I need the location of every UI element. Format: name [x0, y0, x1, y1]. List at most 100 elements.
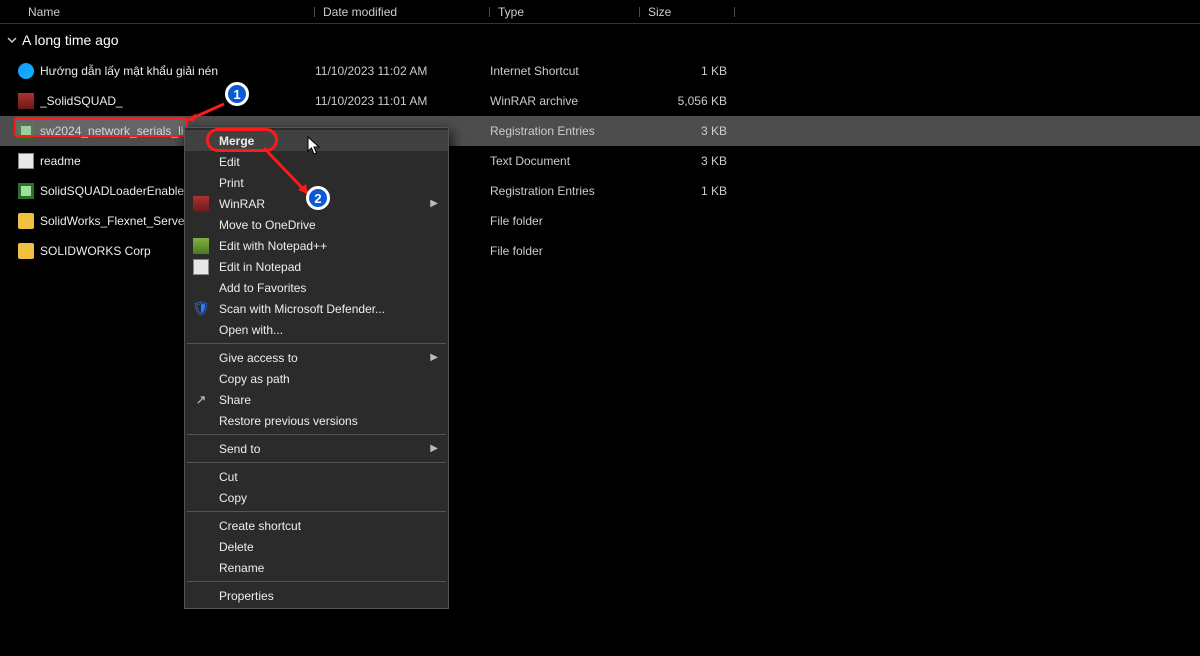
header-date[interactable]: Date modified — [315, 5, 490, 19]
context-menu-label: WinRAR — [219, 197, 265, 211]
file-size: 1 KB — [640, 64, 735, 78]
context-menu-item[interactable]: Open with... — [185, 319, 448, 340]
file-row[interactable]: sw2024_network_serials_licen Registration… — [0, 116, 1200, 146]
notepadpp-icon — [193, 238, 209, 254]
file-icon — [18, 123, 34, 139]
header-type[interactable]: Type — [490, 5, 640, 19]
context-menu-label: Give access to — [219, 351, 298, 365]
file-name: SOLIDWORKS Corp — [40, 244, 151, 258]
context-menu-label: Print — [219, 176, 244, 190]
file-row[interactable]: _SolidSQUAD_ 11/10/2023 11:01 AMWinRAR ar… — [0, 86, 1200, 116]
context-menu-label: Scan with Microsoft Defender... — [219, 302, 385, 316]
context-menu-separator — [187, 343, 446, 344]
context-menu-label: Share — [219, 393, 251, 407]
file-icon — [18, 63, 34, 79]
file-icon — [18, 153, 34, 169]
context-menu: Merge Edit Print WinRAR ▶ Move to OneDrive Edi… — [184, 127, 449, 609]
context-menu-separator — [187, 434, 446, 435]
context-menu-item[interactable]: Rename — [185, 557, 448, 578]
file-size: 3 KB — [640, 154, 735, 168]
context-menu-label: Edit in Notepad — [219, 260, 301, 274]
context-menu-item[interactable]: 🛡 Scan with Microsoft Defender... — [185, 298, 448, 319]
file-icon — [18, 183, 34, 199]
file-row[interactable]: readme Text Document3 KB — [0, 146, 1200, 176]
context-menu-item[interactable]: WinRAR ▶ — [185, 193, 448, 214]
context-menu-separator — [187, 462, 446, 463]
share-icon: ↗ — [193, 392, 209, 408]
context-menu-label: Add to Favorites — [219, 281, 306, 295]
context-menu-label: Rename — [219, 561, 264, 575]
context-menu-item[interactable]: Print — [185, 172, 448, 193]
file-type: File folder — [490, 214, 640, 228]
context-menu-label: Edit — [219, 155, 240, 169]
group-header[interactable]: A long time ago — [0, 24, 1200, 56]
context-menu-label: Open with... — [219, 323, 283, 337]
winrar-icon — [193, 196, 209, 212]
file-name: SolidWorks_Flexnet_Server — [40, 214, 189, 228]
column-headers: Name Date modified Type Size — [0, 0, 1200, 24]
context-menu-item[interactable]: Create shortcut — [185, 515, 448, 536]
context-menu-label: Restore previous versions — [219, 414, 358, 428]
context-menu-label: Delete — [219, 540, 254, 554]
shield-icon: 🛡 — [193, 301, 209, 317]
submenu-arrow-icon: ▶ — [430, 443, 438, 454]
context-menu-item[interactable]: Add to Favorites — [185, 277, 448, 298]
file-type: Internet Shortcut — [490, 64, 640, 78]
context-menu-item[interactable]: Move to OneDrive — [185, 214, 448, 235]
context-menu-label: Move to OneDrive — [219, 218, 316, 232]
context-menu-item[interactable]: Cut — [185, 466, 448, 487]
context-menu-item[interactable]: Merge — [185, 130, 448, 151]
header-name[interactable]: Name — [0, 5, 315, 19]
notepad-icon — [193, 259, 209, 275]
context-menu-item[interactable]: Give access to ▶ — [185, 347, 448, 368]
context-menu-item[interactable]: Copy as path — [185, 368, 448, 389]
context-menu-label: Edit with Notepad++ — [219, 239, 327, 253]
file-icon — [18, 93, 34, 109]
context-menu-item[interactable]: Send to ▶ — [185, 438, 448, 459]
context-menu-item[interactable]: Edit with Notepad++ — [185, 235, 448, 256]
context-menu-label: Copy as path — [219, 372, 290, 386]
file-type: WinRAR archive — [490, 94, 640, 108]
context-menu-item[interactable]: Edit in Notepad — [185, 256, 448, 277]
context-menu-label: Cut — [219, 470, 238, 484]
context-menu-item[interactable]: Edit — [185, 151, 448, 172]
file-name: sw2024_network_serials_licen — [40, 124, 203, 138]
file-list: Hướng dẫn lấy mật khẩu giải nén 11/10/202… — [0, 56, 1200, 266]
context-menu-label: Create shortcut — [219, 519, 301, 533]
context-menu-separator — [187, 581, 446, 582]
context-menu-separator — [187, 511, 446, 512]
context-menu-item[interactable]: Delete — [185, 536, 448, 557]
file-type: Registration Entries — [490, 124, 640, 138]
file-date: 11/10/2023 11:01 AM — [315, 94, 490, 108]
file-row[interactable]: SOLIDWORKS Corp File folder — [0, 236, 1200, 266]
file-row[interactable]: SolidSQUADLoaderEnabler Registration Entr… — [0, 176, 1200, 206]
submenu-arrow-icon: ▶ — [430, 198, 438, 209]
file-type: Registration Entries — [490, 184, 640, 198]
context-menu-label: Copy — [219, 491, 247, 505]
context-menu-label: Merge — [219, 134, 254, 148]
context-menu-item[interactable]: ↗ Share — [185, 389, 448, 410]
file-name: readme — [40, 154, 81, 168]
file-icon — [18, 213, 34, 229]
file-size: 5,056 KB — [640, 94, 735, 108]
file-type: Text Document — [490, 154, 640, 168]
file-row[interactable]: SolidWorks_Flexnet_Server File folder — [0, 206, 1200, 236]
file-date: 11/10/2023 11:02 AM — [315, 64, 490, 78]
chevron-down-icon — [6, 34, 18, 46]
group-label: A long time ago — [22, 32, 119, 48]
context-menu-item[interactable]: Properties — [185, 585, 448, 606]
file-name: Hướng dẫn lấy mật khẩu giải nén — [40, 64, 218, 78]
file-type: File folder — [490, 244, 640, 258]
file-name: _SolidSQUAD_ — [40, 94, 123, 108]
context-menu-item[interactable]: Restore previous versions — [185, 410, 448, 431]
file-row[interactable]: Hướng dẫn lấy mật khẩu giải nén 11/10/202… — [0, 56, 1200, 86]
context-menu-label: Properties — [219, 589, 274, 603]
submenu-arrow-icon: ▶ — [430, 352, 438, 363]
file-name: SolidSQUADLoaderEnabler — [40, 184, 188, 198]
file-size: 1 KB — [640, 184, 735, 198]
context-menu-label: Send to — [219, 442, 260, 456]
file-icon — [18, 243, 34, 259]
context-menu-item[interactable]: Copy — [185, 487, 448, 508]
header-size[interactable]: Size — [640, 5, 735, 19]
file-size: 3 KB — [640, 124, 735, 138]
